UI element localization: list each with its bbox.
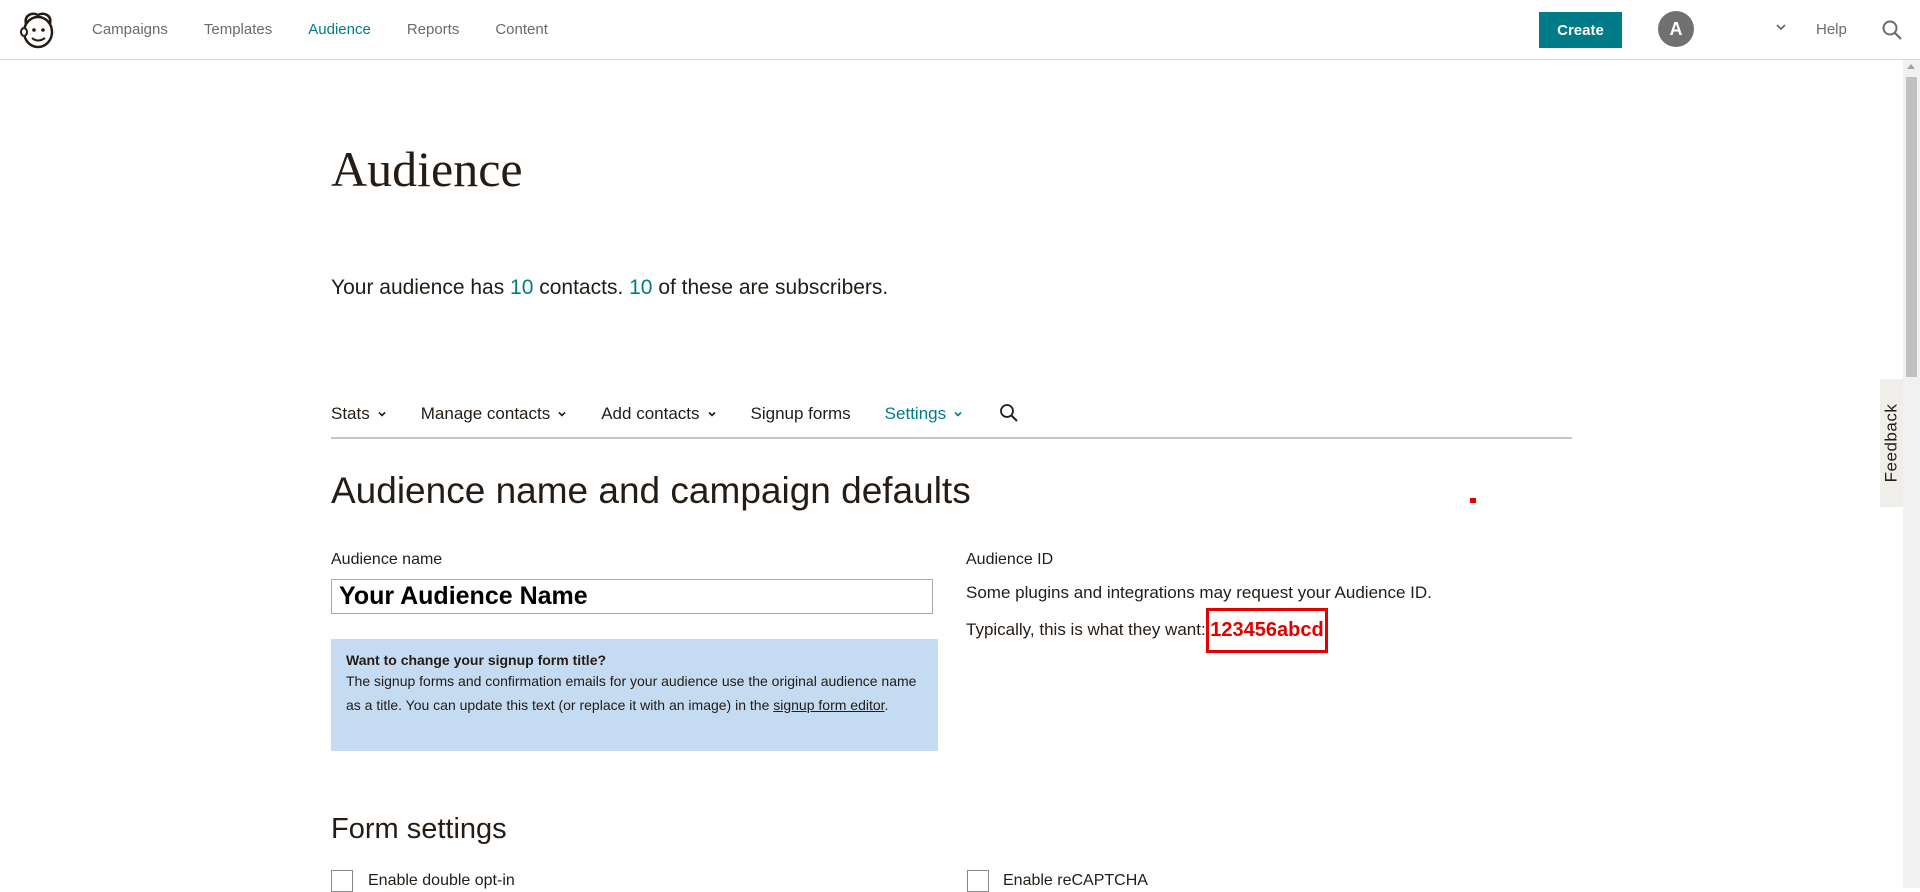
nav-audience[interactable]: Audience (308, 21, 371, 38)
subnav-manage-contacts[interactable]: Manage contacts (421, 396, 567, 424)
double-optin-checkbox[interactable] (331, 870, 353, 892)
subnav-stats-label: Stats (331, 404, 370, 423)
subnav-signup-forms[interactable]: Signup forms (751, 396, 851, 424)
audience-summary: Your audience has 10 contacts. 10 of the… (331, 276, 888, 300)
audience-name-input[interactable] (331, 579, 933, 614)
audience-id-value: 123456abcd (1206, 608, 1328, 653)
subnav-add-contacts[interactable]: Add contacts (601, 396, 716, 424)
scroll-up-arrow-icon[interactable] (1907, 64, 1915, 69)
subnav-manage-contacts-label: Manage contacts (420, 404, 551, 423)
audience-id-hint: Typically, this is what they want: (966, 620, 1206, 639)
info-box-title: Want to change your signup form title? (346, 652, 607, 668)
page-title: Audience (331, 141, 523, 197)
audience-id-description: Some plugins and integrations may reques… (966, 583, 1432, 602)
recaptcha-label: Enable reCAPTCHA (1003, 872, 1148, 889)
signup-title-info-box: Want to change your signup form title? T… (331, 639, 938, 751)
chevron-down-icon (378, 411, 386, 417)
audience-subnav: Stats Manage contacts Add contacts Signu… (331, 396, 1572, 439)
recaptcha-checkbox[interactable] (967, 870, 989, 892)
nav-reports[interactable]: Reports (407, 21, 460, 38)
subscribers-count[interactable]: 10 (629, 276, 652, 299)
feedback-label: Feedback (1881, 403, 1901, 483)
subnav-settings[interactable]: Settings (885, 396, 963, 424)
nav-campaigns[interactable]: Campaigns (92, 21, 168, 38)
chevron-down-icon (954, 411, 962, 417)
summary-prefix: Your audience has (331, 276, 511, 299)
subnav-search-icon[interactable] (999, 396, 1019, 423)
subnav-add-contacts-label: Add contacts (601, 404, 700, 423)
double-optin-label: Enable double opt-in (368, 872, 515, 889)
search-icon[interactable] (1881, 19, 1903, 41)
subnav-settings-label: Settings (884, 404, 947, 423)
subnav-signup-forms-label: Signup forms (750, 404, 851, 423)
scroll-thumb[interactable] (1906, 77, 1917, 377)
top-navigation: Campaigns Templates Audience Reports Con… (0, 0, 1920, 60)
annotation-mark (1470, 498, 1476, 503)
feedback-tab[interactable]: Feedback (1880, 379, 1903, 507)
nav-templates[interactable]: Templates (204, 21, 272, 38)
section-title: Audience name and campaign defaults (331, 470, 971, 511)
signup-form-editor-link[interactable]: signup form editor (773, 697, 884, 713)
audience-name-label: Audience name (331, 551, 443, 568)
subnav-stats[interactable]: Stats (331, 396, 387, 424)
account-chevron-down-icon[interactable] (1774, 20, 1788, 34)
nav-content[interactable]: Content (495, 21, 548, 38)
help-link[interactable]: Help (1816, 21, 1847, 38)
audience-id-label: Audience ID (966, 551, 1054, 568)
create-button[interactable]: Create (1539, 12, 1622, 48)
page-scrollbar[interactable] (1903, 60, 1920, 888)
mailchimp-logo-icon[interactable] (18, 10, 58, 50)
summary-suffix: of these are subscribers. (652, 276, 889, 299)
form-settings-title: Form settings (331, 813, 507, 845)
chevron-down-icon (558, 411, 566, 417)
contacts-count[interactable]: 10 (510, 276, 533, 299)
info-box-end: . (884, 697, 889, 713)
main-nav-links: Campaigns Templates Audience Reports Con… (92, 0, 584, 59)
chevron-down-icon (707, 411, 716, 417)
summary-mid: contacts. (533, 276, 630, 299)
avatar[interactable]: A (1658, 11, 1694, 47)
